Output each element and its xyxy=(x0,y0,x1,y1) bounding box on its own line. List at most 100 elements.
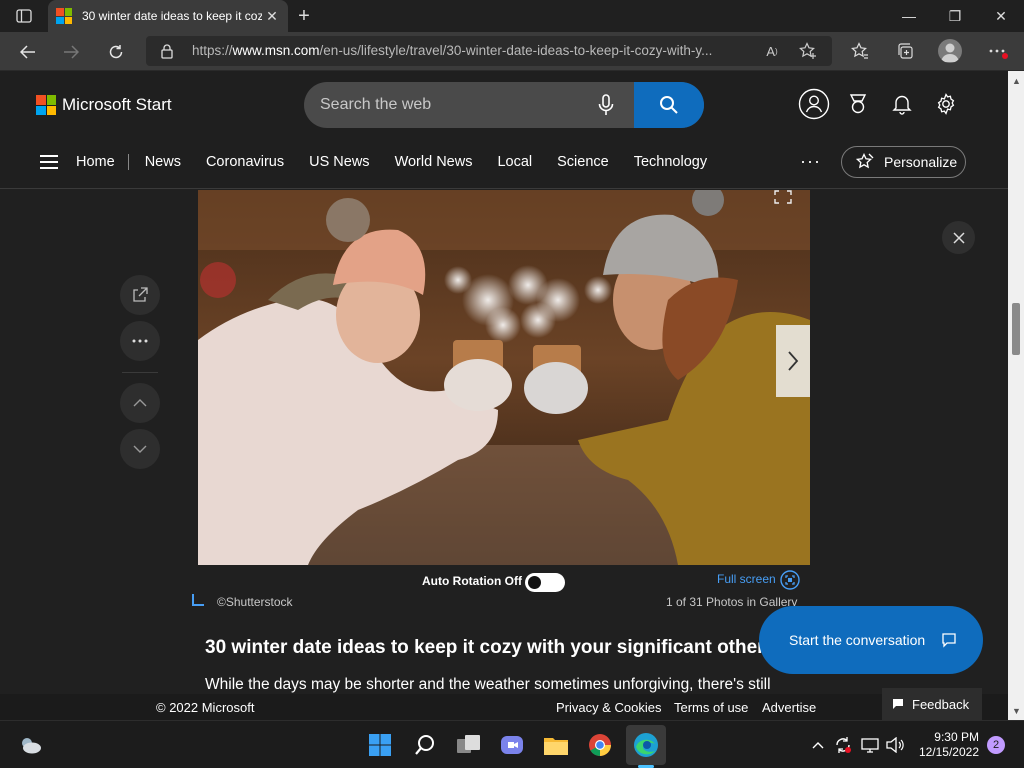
lock-icon[interactable] xyxy=(160,43,176,59)
profile-avatar[interactable] xyxy=(938,39,962,63)
close-window-button[interactable]: ✕ xyxy=(978,0,1024,32)
privacy-link[interactable]: Privacy & Cookies xyxy=(556,700,661,715)
copyright-text: © 2022 Microsoft xyxy=(156,700,255,715)
conversation-label: Start the conversation xyxy=(789,632,926,648)
search-button[interactable] xyxy=(634,82,704,128)
category-nav: Home News Coronavirus US News World News… xyxy=(40,151,732,173)
add-favorite-icon[interactable] xyxy=(798,42,818,60)
task-view-icon[interactable] xyxy=(455,731,483,759)
advertise-link[interactable]: Advertise xyxy=(762,700,816,715)
gallery-content: Auto Rotation Off Full screen ©Shutterst… xyxy=(0,190,1008,720)
more-dots-icon xyxy=(132,339,148,343)
edge-icon[interactable] xyxy=(632,731,660,759)
comment-icon xyxy=(942,633,956,648)
gallery-photo[interactable] xyxy=(198,190,810,565)
nav-item-technology[interactable]: Technology xyxy=(634,154,707,170)
share-button[interactable] xyxy=(120,275,160,315)
menu-hamburger-icon[interactable] xyxy=(40,155,58,169)
browser-tab-active[interactable]: 30 winter date ideas to keep it cozy wit… xyxy=(48,0,288,32)
terms-link[interactable]: Terms of use xyxy=(674,700,748,715)
photo-counter: 1 of 31 Photos in Gallery xyxy=(666,595,798,609)
search-icon xyxy=(660,96,678,114)
read-aloud-icon[interactable]: A) xyxy=(762,42,782,60)
forward-button[interactable] xyxy=(58,39,84,65)
file-explorer-icon[interactable] xyxy=(542,731,570,759)
volume-icon[interactable] xyxy=(885,735,905,755)
nav-item-science[interactable]: Science xyxy=(557,154,609,170)
expand-icon[interactable] xyxy=(774,190,792,204)
search-input[interactable]: Search the web xyxy=(320,96,431,114)
restore-button[interactable]: ❐ xyxy=(932,0,978,32)
tab-actions-icon[interactable] xyxy=(8,6,40,26)
settings-more-icon[interactable] xyxy=(986,39,1010,63)
next-slide-button[interactable] xyxy=(120,429,160,469)
notification-count-badge[interactable]: 2 xyxy=(987,736,1005,754)
personalize-label: Personalize xyxy=(884,154,958,170)
full-screen-icon[interactable] xyxy=(780,570,800,590)
windows-taskbar: 9:30 PM 12/15/2022 2 xyxy=(0,720,1024,768)
feedback-button[interactable]: Feedback xyxy=(882,688,982,720)
favorites-icon[interactable] xyxy=(848,39,872,63)
browser-toolbar: https://www.msn.com/en-us/lifestyle/trav… xyxy=(0,32,1024,71)
full-screen-link[interactable]: Full screen xyxy=(717,572,776,586)
nav-item-local[interactable]: Local xyxy=(497,154,532,170)
previous-slide-button[interactable] xyxy=(120,383,160,423)
back-button[interactable] xyxy=(15,39,41,65)
chevron-up-icon xyxy=(133,399,147,407)
auto-rotation-label: Auto Rotation Off xyxy=(422,574,522,588)
more-options-button[interactable] xyxy=(120,321,160,361)
browser-title-bar: 30 winter date ideas to keep it cozy wit… xyxy=(0,0,1024,32)
settings-gear-icon[interactable] xyxy=(930,88,962,120)
msn-favicon-icon xyxy=(56,8,72,24)
nav-more-button[interactable]: ··· xyxy=(800,151,821,172)
nav-item-home[interactable]: Home xyxy=(76,154,115,170)
auto-rotation-toggle[interactable] xyxy=(525,573,565,592)
chrome-icon[interactable] xyxy=(586,731,614,759)
nav-item-us-news[interactable]: US News xyxy=(309,154,369,170)
account-icon[interactable] xyxy=(798,88,830,120)
system-clock[interactable]: 9:30 PM 12/15/2022 xyxy=(917,730,979,760)
feedback-label: Feedback xyxy=(912,696,970,712)
scroll-down-icon[interactable]: ▼ xyxy=(1012,707,1021,716)
show-hidden-icons-icon[interactable] xyxy=(808,735,828,755)
page-footer: © 2022 Microsoft Privacy & Cookies Terms… xyxy=(0,694,1008,720)
url-text: https://www.msn.com/en-us/lifestyle/trav… xyxy=(192,43,712,58)
search-icon[interactable] xyxy=(411,731,439,759)
nav-item-coronavirus[interactable]: Coronavirus xyxy=(206,154,284,170)
minimize-button[interactable]: — xyxy=(886,0,932,32)
share-icon xyxy=(133,287,148,302)
sync-icon[interactable] xyxy=(833,735,853,755)
credit-mark-icon xyxy=(192,594,204,606)
chat-teams-icon[interactable] xyxy=(498,731,526,759)
close-gallery-button[interactable] xyxy=(942,221,975,254)
web-search-box[interactable]: Search the web xyxy=(304,82,704,128)
start-conversation-button[interactable]: Start the conversation xyxy=(759,606,983,674)
microsoft-start-logo[interactable]: Microsoft Start xyxy=(36,95,172,115)
photo-credit: ©Shutterstock xyxy=(217,595,293,609)
scrollbar-thumb[interactable] xyxy=(1012,303,1020,355)
clock-date: 12/15/2022 xyxy=(918,745,979,759)
start-windows-icon[interactable] xyxy=(366,731,394,759)
close-icon xyxy=(952,231,965,244)
microsoft-logo-icon xyxy=(36,95,56,115)
article-body: While the days may be shorter and the we… xyxy=(205,676,771,693)
article-headline: 30 winter date ideas to keep it cozy wit… xyxy=(205,637,765,658)
personalize-button[interactable]: Personalize xyxy=(841,146,966,178)
tab-close-icon[interactable]: ✕ xyxy=(264,8,280,24)
rewards-icon[interactable] xyxy=(842,88,874,120)
tab-title: 30 winter date ideas to keep it cozy wit… xyxy=(82,9,262,23)
page-scrollbar[interactable]: ▲ ▼ xyxy=(1008,71,1024,720)
weather-icon[interactable] xyxy=(16,731,44,759)
nav-item-world-news[interactable]: World News xyxy=(395,154,473,170)
notifications-bell-icon[interactable] xyxy=(886,88,918,120)
refresh-button[interactable] xyxy=(103,39,129,65)
nav-item-news[interactable]: News xyxy=(145,154,181,170)
collections-icon[interactable] xyxy=(893,39,917,63)
clock-time: 9:30 PM xyxy=(934,730,979,744)
next-photo-button[interactable] xyxy=(776,325,810,397)
address-bar[interactable]: https://www.msn.com/en-us/lifestyle/trav… xyxy=(146,36,832,66)
new-tab-button[interactable]: + xyxy=(292,4,316,28)
microphone-icon[interactable] xyxy=(596,94,616,116)
scroll-up-icon[interactable]: ▲ xyxy=(1012,77,1021,86)
network-icon[interactable] xyxy=(860,735,880,755)
